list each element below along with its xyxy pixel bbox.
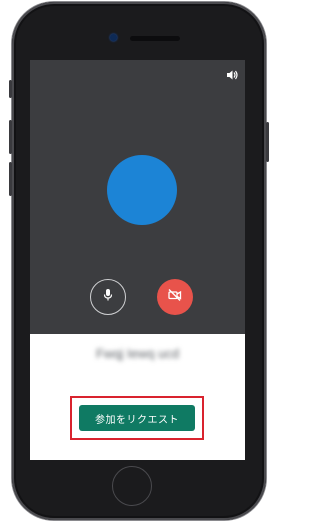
phone-screen: Fwqj Iewq ucd 参加をリクエスト [30,60,245,460]
phone-power-button [266,122,269,162]
avatar [107,155,177,225]
video-preview [30,60,245,334]
participant-name: Fwqj Iewq ucd [95,346,180,361]
camera-off-icon [167,288,183,307]
home-button[interactable] [112,466,152,506]
phone-volume-up-button [9,120,12,154]
camera-toggle-button[interactable] [157,279,193,315]
earpiece-speaker [130,36,180,41]
phone-volume-down-button [9,162,12,196]
mic-toggle-button[interactable] [90,279,126,315]
phone-silent-switch [9,80,12,98]
microphone-icon [101,287,115,308]
request-join-button[interactable]: 参加をリクエスト [79,405,195,431]
front-camera [110,34,117,41]
speaker-icon[interactable] [225,68,239,82]
